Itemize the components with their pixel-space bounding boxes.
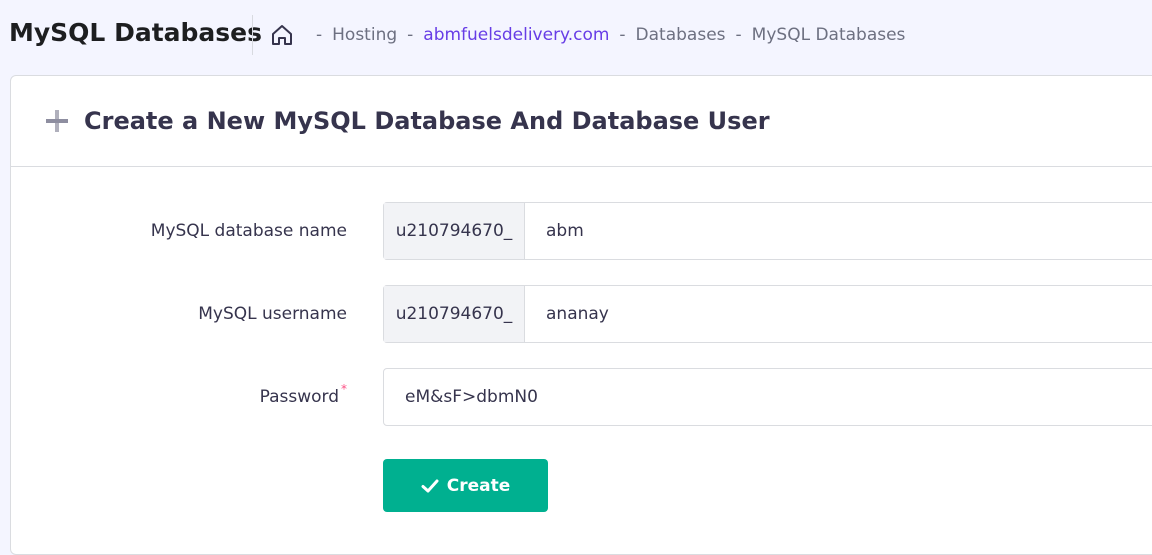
breadcrumb: - Hosting - abmfuelsdelivery.com - Datab… [270, 22, 905, 48]
username-label: MySQL username [198, 304, 347, 324]
breadcrumb-separator: - [316, 25, 323, 45]
breadcrumb-separator: - [735, 25, 742, 45]
password-input-group [383, 368, 1152, 426]
password-label-wrap: Password * [260, 368, 347, 426]
db-name-prefix: u210794670_ [384, 203, 525, 259]
title-divider [252, 15, 253, 55]
plus-icon [44, 108, 70, 134]
username-prefix: u210794670_ [384, 286, 525, 342]
required-mark: * [341, 382, 347, 396]
breadcrumb-domain[interactable]: abmfuelsdelivery.com [423, 25, 609, 45]
breadcrumb-databases[interactable]: Databases [636, 25, 726, 45]
password-row: Password * [11, 368, 1152, 426]
db-name-input-group: u210794670_ [383, 202, 1152, 260]
check-icon [421, 477, 439, 495]
card-title: Create a New MySQL Database And Database… [84, 107, 770, 135]
create-button[interactable]: Create [383, 459, 548, 512]
create-database-card: Create a New MySQL Database And Database… [10, 75, 1152, 555]
db-name-label: MySQL database name [150, 221, 347, 241]
username-row: MySQL username u210794670_ [11, 285, 1152, 343]
breadcrumb-separator: - [619, 25, 626, 45]
db-name-input[interactable] [525, 203, 1152, 259]
create-button-label: Create [446, 475, 511, 496]
db-name-row: MySQL database name u210794670_ [11, 202, 1152, 260]
username-input[interactable] [525, 286, 1152, 342]
page-header: MySQL Databases - Hosting - abmfuelsdeli… [0, 0, 1152, 70]
breadcrumb-separator: - [407, 25, 414, 45]
breadcrumb-hosting[interactable]: Hosting [332, 25, 397, 45]
username-input-group: u210794670_ [383, 285, 1152, 343]
card-header[interactable]: Create a New MySQL Database And Database… [11, 76, 1152, 167]
password-input[interactable] [384, 369, 1152, 425]
breadcrumb-mysql-databases: MySQL Databases [751, 25, 906, 45]
page-title: MySQL Databases [9, 18, 262, 47]
password-label: Password [259, 387, 339, 407]
home-icon[interactable] [270, 23, 294, 47]
